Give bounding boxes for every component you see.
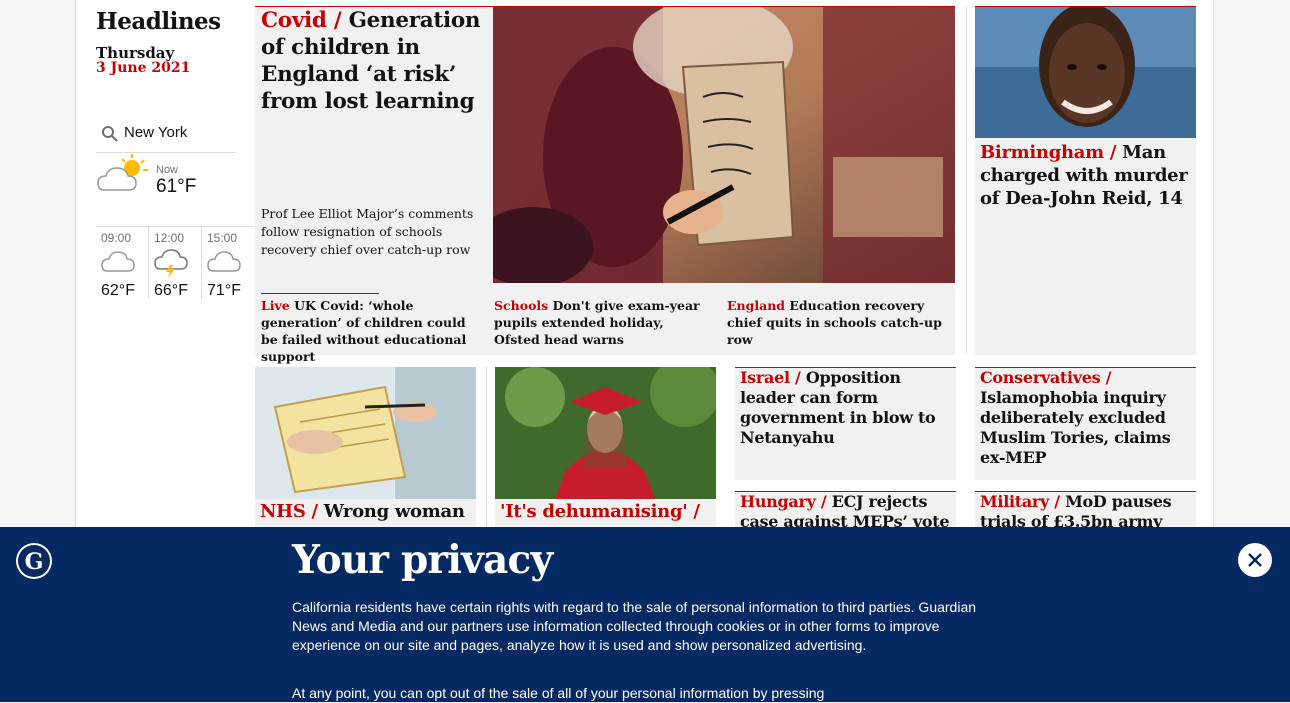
forecast-item: 09:00 62°F: [96, 226, 148, 299]
graduate-photo: [495, 367, 716, 499]
story-headline[interactable]: 'It's dehumanising' /: [500, 500, 712, 523]
forecast-item: 15:00 71°F: [201, 226, 254, 299]
headlines-date: 3 June 2021: [96, 60, 191, 76]
story-card-birmingham[interactable]: Birmingham / Man charged with murder of …: [975, 6, 1196, 355]
related-kicker: Live: [261, 298, 290, 313]
weather-now-temp: 61°F: [156, 176, 197, 197]
story-card-military[interactable]: Military / MoD pauses trials of £3.5bn a…: [975, 491, 1196, 551]
portrait-photo: [975, 7, 1196, 138]
main-story-image[interactable]: [493, 7, 955, 283]
close-button[interactable]: [1238, 543, 1272, 577]
weather-location-search[interactable]: New York: [96, 120, 236, 153]
story-image[interactable]: [495, 367, 716, 499]
story-kicker: Hungary /: [740, 492, 827, 511]
story-card-conservatives[interactable]: Conservatives / Islamophobia inquiry del…: [975, 367, 1196, 480]
privacy-text-2: At any point, you can opt out of the sal…: [292, 685, 825, 701]
story-headline[interactable]: Israel / Opposition leader can form gove…: [740, 368, 952, 448]
story-image[interactable]: [975, 7, 1196, 138]
forecast-temp: 62°F: [101, 282, 135, 299]
main-story-card[interactable]: Covid / Generation of children in Englan…: [255, 6, 955, 364]
partly-sunny-icon: [97, 154, 148, 191]
related-kicker: England: [727, 298, 786, 313]
story-kicker: 'It's dehumanising' /: [500, 501, 700, 522]
story-kicker: Birmingham /: [980, 142, 1117, 163]
forecast-time: 09:00: [101, 231, 132, 245]
story-card-nhs[interactable]: NHS / Wrong woman: [255, 367, 476, 527]
forecast-temp: 71°F: [207, 282, 241, 299]
cloud-icon: [101, 251, 135, 272]
close-icon[interactable]: [1238, 543, 1272, 577]
story-image[interactable]: [255, 367, 476, 499]
story-headline[interactable]: Birmingham / Man charged with murder of …: [980, 141, 1190, 210]
classroom-photo: [493, 7, 955, 283]
guardian-logo-icon: G: [16, 543, 52, 579]
privacy-banner: G Your privacy California residents have…: [0, 527, 1290, 702]
forecast-item: 12:00 66°F: [148, 226, 201, 299]
column-divider: [486, 367, 487, 527]
story-card-dehumanising[interactable]: 'It's dehumanising' /: [495, 367, 716, 527]
divider: [261, 293, 379, 294]
story-headline[interactable]: NHS / Wrong woman: [260, 500, 472, 523]
story-kicker: Military /: [980, 492, 1060, 511]
clipboard-photo: [255, 367, 476, 499]
related-kicker: Schools: [494, 298, 549, 313]
thunderstorm-icon: [154, 249, 188, 278]
main-kicker: Covid /: [261, 8, 342, 33]
cloud-icon: [207, 251, 241, 272]
headlines-title: Headlines: [96, 8, 221, 35]
main-headline[interactable]: Covid / Generation of children in Englan…: [261, 7, 481, 115]
privacy-text: California residents have certain rights…: [292, 599, 977, 653]
related-link[interactable]: Live UK Covid: ‘whole generation’ of chi…: [261, 297, 479, 365]
related-link[interactable]: England Education recovery chief quits i…: [727, 297, 949, 348]
column-divider: [966, 6, 967, 354]
svg-text:G: G: [25, 549, 44, 575]
story-kicker: Conservatives /: [980, 368, 1112, 387]
related-link[interactable]: Schools Don't give exam-year pupils exte…: [494, 297, 704, 348]
forecast-temp: 66°F: [154, 282, 188, 299]
main-standfirst: Prof Lee Elliot Major’s comments follow …: [261, 206, 474, 257]
story-card-israel[interactable]: Israel / Opposition leader can form gove…: [735, 367, 956, 480]
story-headline-text: Islamophobia inquiry deliberately exclud…: [980, 388, 1171, 467]
story-kicker: Israel /: [740, 368, 801, 387]
story-headline[interactable]: Conservatives / Islamophobia inquiry del…: [980, 368, 1192, 468]
related-text: UK Covid: ‘whole generation’ of children…: [261, 298, 467, 364]
story-card-hungary[interactable]: Hungary / ECJ rejects case against MEPs’…: [735, 491, 956, 551]
weather-city: New York: [124, 124, 188, 141]
weather-now-label: Now: [156, 164, 179, 176]
forecast-time: 15:00: [207, 231, 238, 245]
forecast-time: 12:00: [154, 231, 185, 245]
story-kicker: NHS /: [260, 501, 318, 522]
story-headline-text: Wrong woman: [323, 501, 465, 522]
privacy-title: Your privacy: [292, 537, 553, 583]
search-icon: [102, 126, 118, 142]
